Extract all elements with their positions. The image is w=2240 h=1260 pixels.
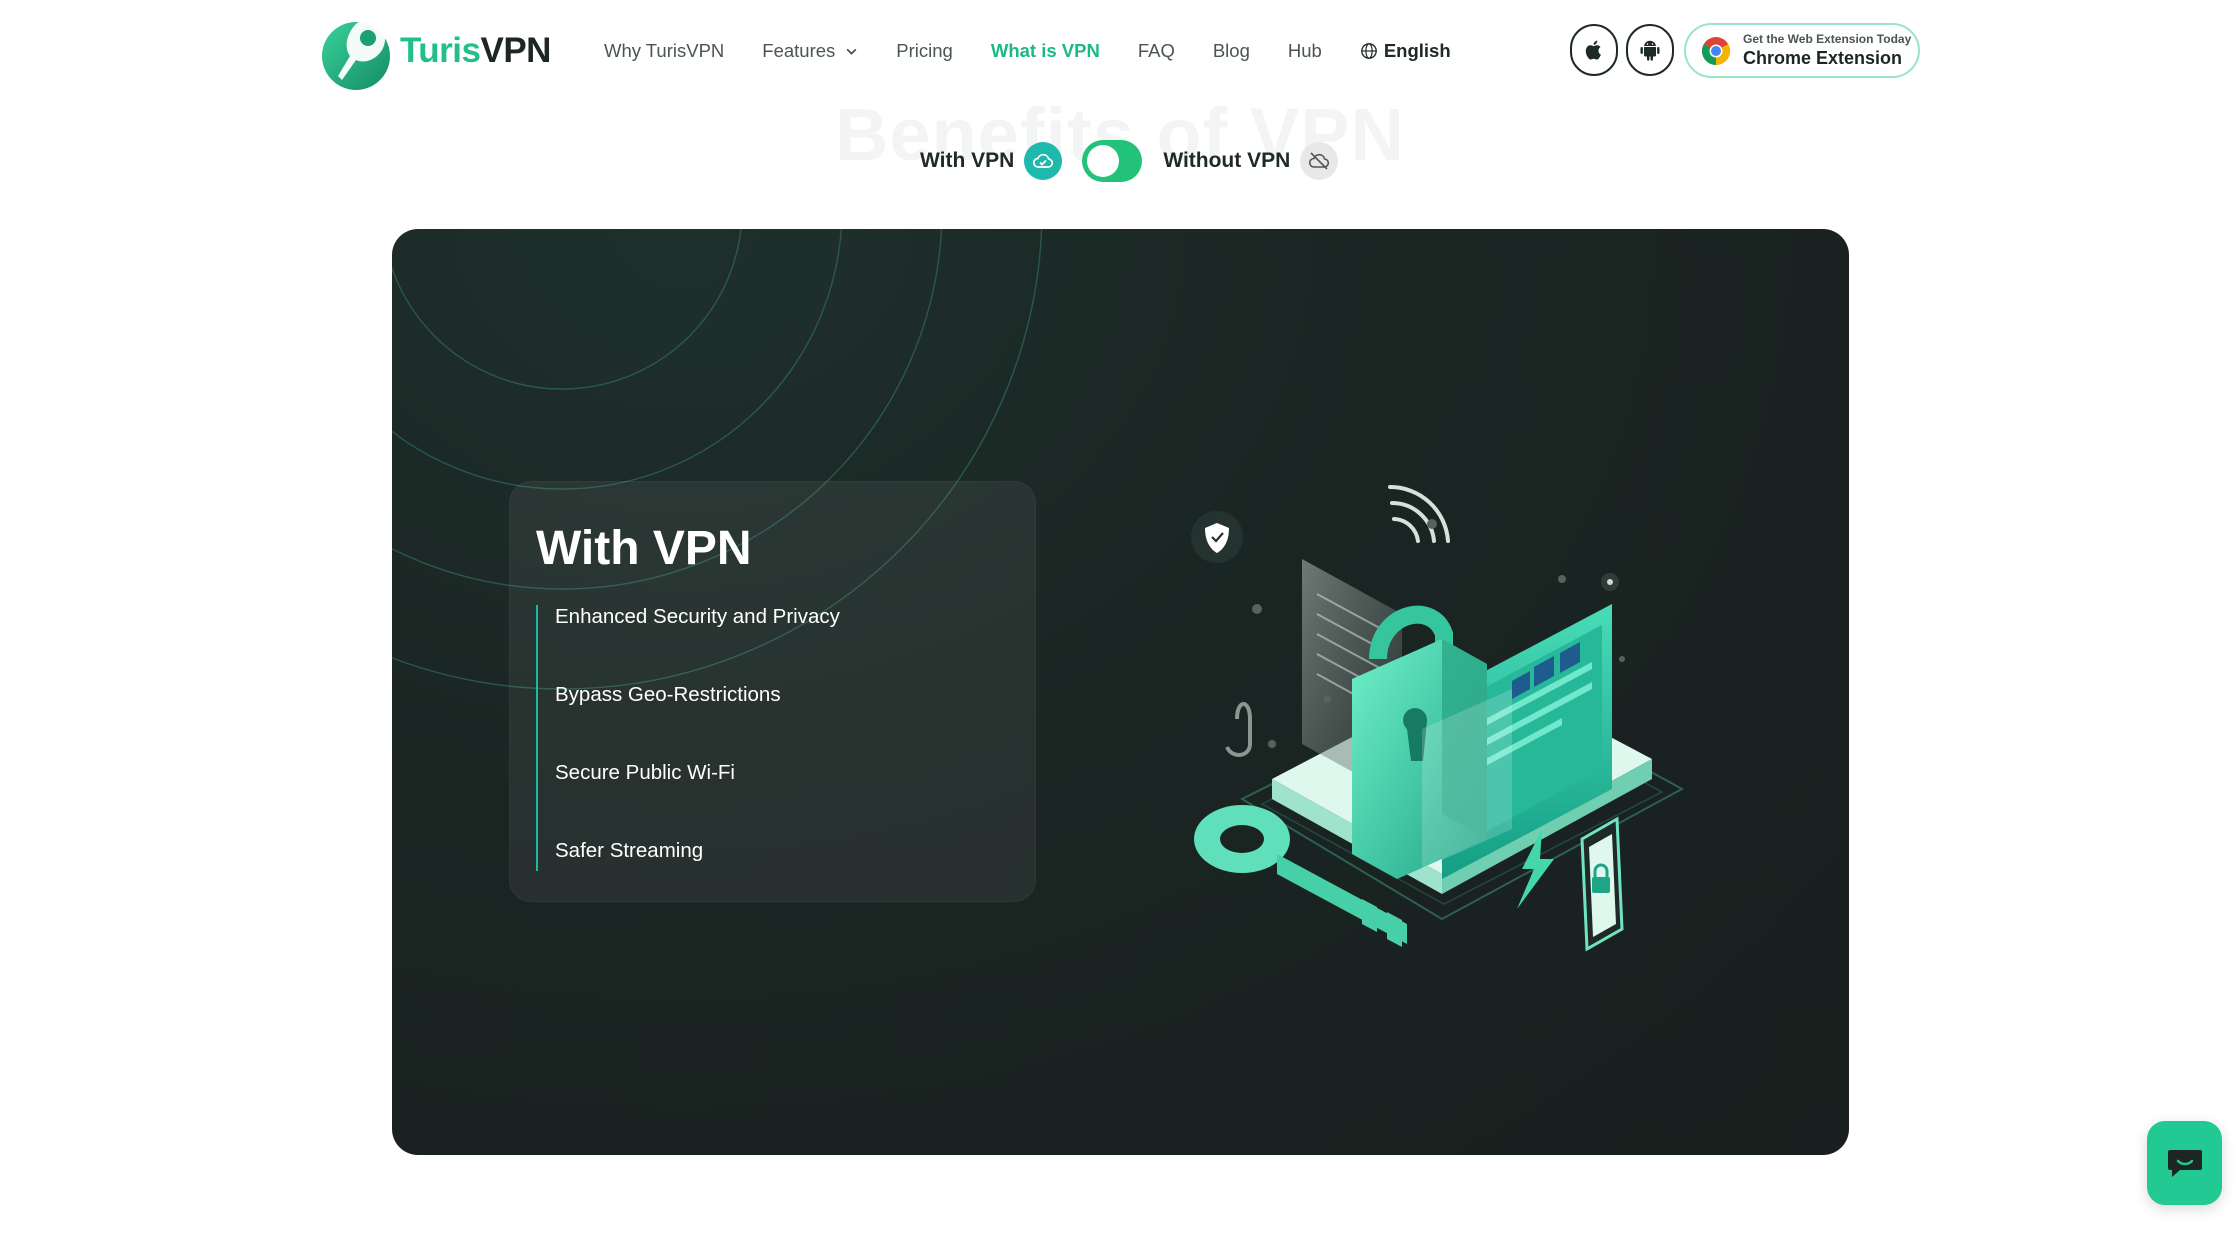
nav-pricing[interactable]: Pricing [896,40,953,62]
vpn-security-illustration [1191,484,1685,952]
benefit-item: Safer Streaming [555,839,704,862]
without-vpn-label[interactable]: Without VPN [1163,149,1290,173]
nav-why-turisvpn[interactable]: Why TurisVPN [604,40,724,62]
nav-label: Pricing [896,40,953,61]
nav-label: Features [762,40,836,61]
android-icon [1640,40,1660,61]
nav-label: Hub [1287,40,1322,61]
nav-label: Blog [1212,40,1250,61]
language-label: English [1383,40,1451,61]
chat-support-button[interactable] [2147,1121,2222,1205]
logo-mark-icon [322,18,390,90]
benefit-item: Bypass Geo-Restrictions [555,683,781,706]
panel-title: With VPN [536,522,752,575]
apple-download-button[interactable] [1570,24,1618,76]
nav-blog[interactable]: Blog [1213,40,1250,62]
chrome-extension-button[interactable]: Get the Web Extension Today Chrome Exten… [1684,23,1920,78]
benefits-list: Enhanced Security and Privacy Bypass Geo… [536,605,998,871]
nav-features[interactable]: Features [762,40,858,62]
chrome-icon [1702,36,1730,65]
benefit-item: Secure Public Wi-Fi [555,761,735,784]
extension-label: Chrome Extension [1743,47,1903,68]
android-download-button[interactable] [1626,24,1674,76]
nav-what-is-vpn[interactable]: What is VPN [991,40,1100,62]
turisvpn-logo[interactable]: TurisVPN [320,9,570,93]
site-header: TurisVPN Why TurisVPN Features Pricing W… [0,0,2240,102]
cloud-off-icon [1300,142,1339,180]
vpn-toggle-row: With VPN Without VPN [920,136,1339,186]
with-vpn-label[interactable]: With VPN [920,149,1014,173]
benefits-card: With VPN Enhanced Security and Privacy B… [392,229,1849,1155]
benefits-panel: With VPN Enhanced Security and Privacy B… [509,481,1036,902]
vpn-toggle-switch[interactable] [1082,140,1143,182]
chat-icon [2167,1150,2202,1177]
nav-label: FAQ [1137,40,1175,61]
chevron-down-icon [846,48,857,55]
main-nav: Why TurisVPN Features Pricing What is VP… [604,0,1489,102]
toggle-knob [1087,145,1120,177]
logo-text: TurisVPN [400,31,551,71]
chrome-extension-text: Get the Web Extension Today Chrome Exten… [1743,31,1912,69]
logo-text-turis: Turis [400,31,481,70]
logo-text-vpn: VPN [480,31,551,70]
nav-label: Why TurisVPN [604,40,725,61]
nav-hub[interactable]: Hub [1288,40,1322,62]
nav-label: What is VPN [990,40,1100,61]
language-selector[interactable]: English [1360,40,1451,62]
cloud-check-icon [1024,142,1063,180]
benefit-item: Enhanced Security and Privacy [555,605,840,628]
extension-subtitle: Get the Web Extension Today [1743,31,1912,46]
nav-faq[interactable]: FAQ [1138,40,1175,62]
globe-icon [1360,43,1377,59]
apple-icon [1585,40,1601,60]
